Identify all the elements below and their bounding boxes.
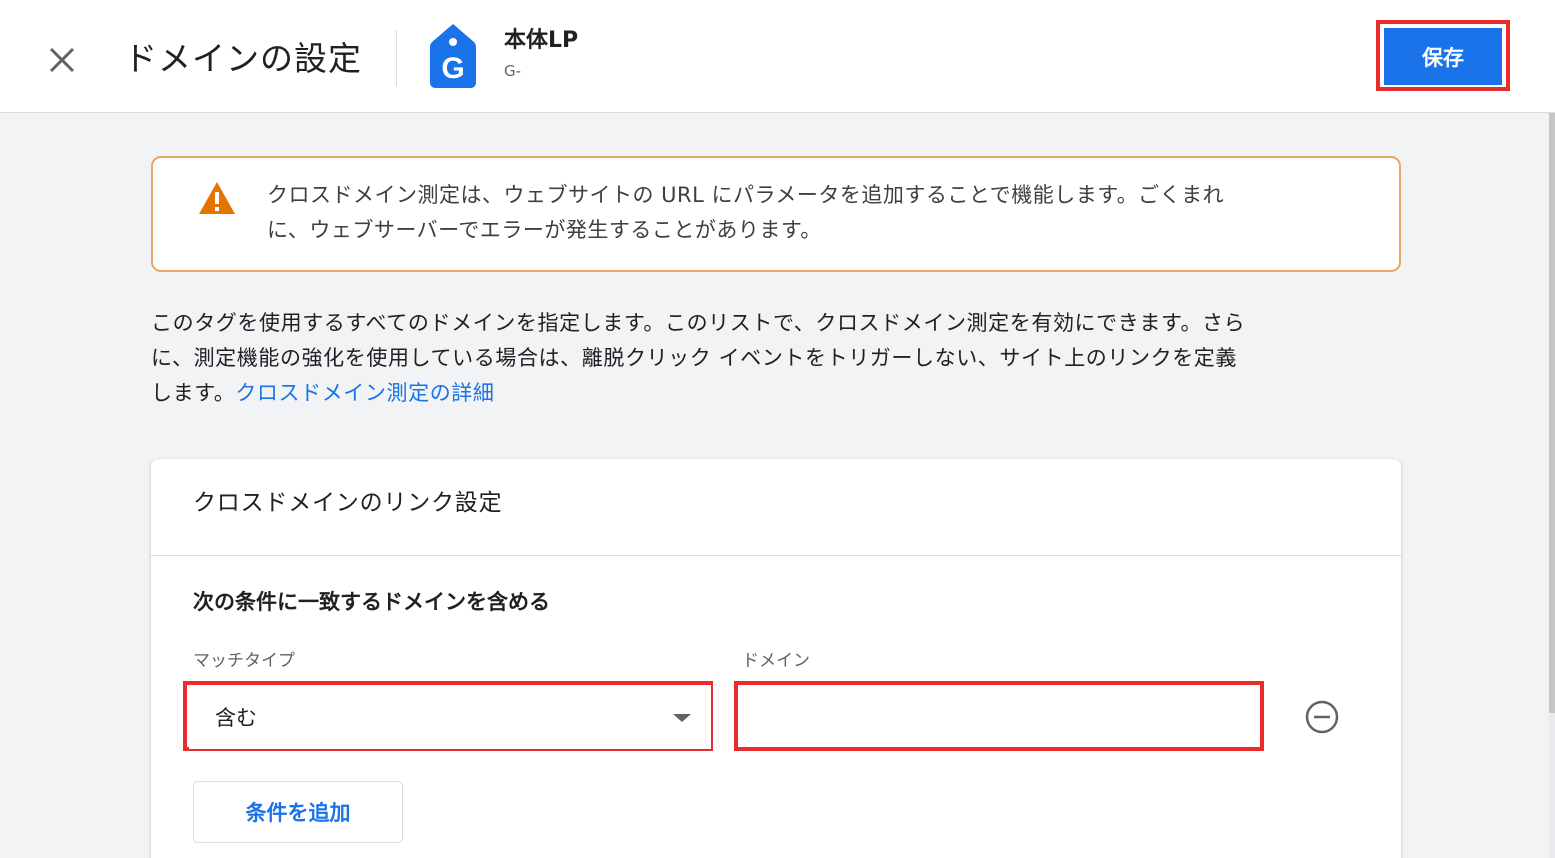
learn-more-link[interactable]: クロスドメイン測定の詳細 bbox=[235, 381, 494, 405]
description-line-3-wrapper: します。クロスドメイン測定の詳細 bbox=[151, 376, 1401, 411]
tag-name: 本体LP bbox=[504, 28, 579, 53]
dropdown-arrow-icon bbox=[673, 714, 691, 722]
warning-icon bbox=[199, 182, 235, 214]
page-title: ドメインの設定 bbox=[124, 39, 362, 78]
card-divider bbox=[151, 555, 1401, 556]
tag-icon-letter: G bbox=[441, 52, 464, 85]
tag-id: G- bbox=[504, 62, 522, 80]
match-type-label: マッチタイプ bbox=[193, 651, 295, 671]
description-line-2: に、測定機能の強化を使用している場合は、離脱クリック イベントをトリガーしない、… bbox=[151, 346, 1238, 370]
description-line-1: このタグを使用するすべてのドメインを指定します。このリストで、クロスドメイン測定… bbox=[151, 311, 1246, 335]
match-type-value: 含む bbox=[215, 706, 257, 730]
header: ドメインの設定 G 本体LP G- 保存 bbox=[0, 0, 1555, 113]
condition-heading: 次の条件に一致するドメインを含める bbox=[193, 590, 550, 614]
scrollbar[interactable] bbox=[1549, 113, 1555, 858]
warning-line-1: クロスドメイン測定は、ウェブサイトの URL にパラメータを追加することで機能し… bbox=[267, 183, 1225, 207]
description-line-3: します。 bbox=[151, 381, 236, 405]
close-button[interactable] bbox=[38, 38, 86, 82]
card-title: クロスドメインのリンク設定 bbox=[193, 490, 503, 516]
warning-banner: クロスドメイン測定は、ウェブサイトの URL にパラメータを追加することで機能し… bbox=[151, 156, 1401, 272]
save-button[interactable]: 保存 bbox=[1384, 28, 1502, 85]
domain-label: ドメイン bbox=[742, 651, 810, 671]
scrollbar-thumb[interactable] bbox=[1549, 113, 1555, 713]
domain-input[interactable] bbox=[742, 689, 1254, 745]
match-type-select[interactable]: 含む bbox=[189, 685, 711, 749]
add-condition-button[interactable]: 条件を追加 bbox=[193, 781, 403, 843]
remove-circle-icon[interactable] bbox=[1304, 699, 1340, 735]
header-divider bbox=[396, 30, 397, 86]
description: このタグを使用するすべてのドメインを指定します。このリストで、クロスドメイン測定… bbox=[151, 306, 1401, 411]
cross-domain-card: クロスドメインのリンク設定 次の条件に一致するドメインを含める マッチタイプ ド… bbox=[151, 459, 1401, 858]
close-icon bbox=[49, 47, 75, 73]
warning-line-2: に、ウェブサーバーでエラーが発生することがあります。 bbox=[267, 218, 822, 242]
warning-text: クロスドメイン測定は、ウェブサイトの URL にパラメータを追加することで機能し… bbox=[267, 178, 1367, 248]
tag-icon: G bbox=[430, 24, 476, 88]
